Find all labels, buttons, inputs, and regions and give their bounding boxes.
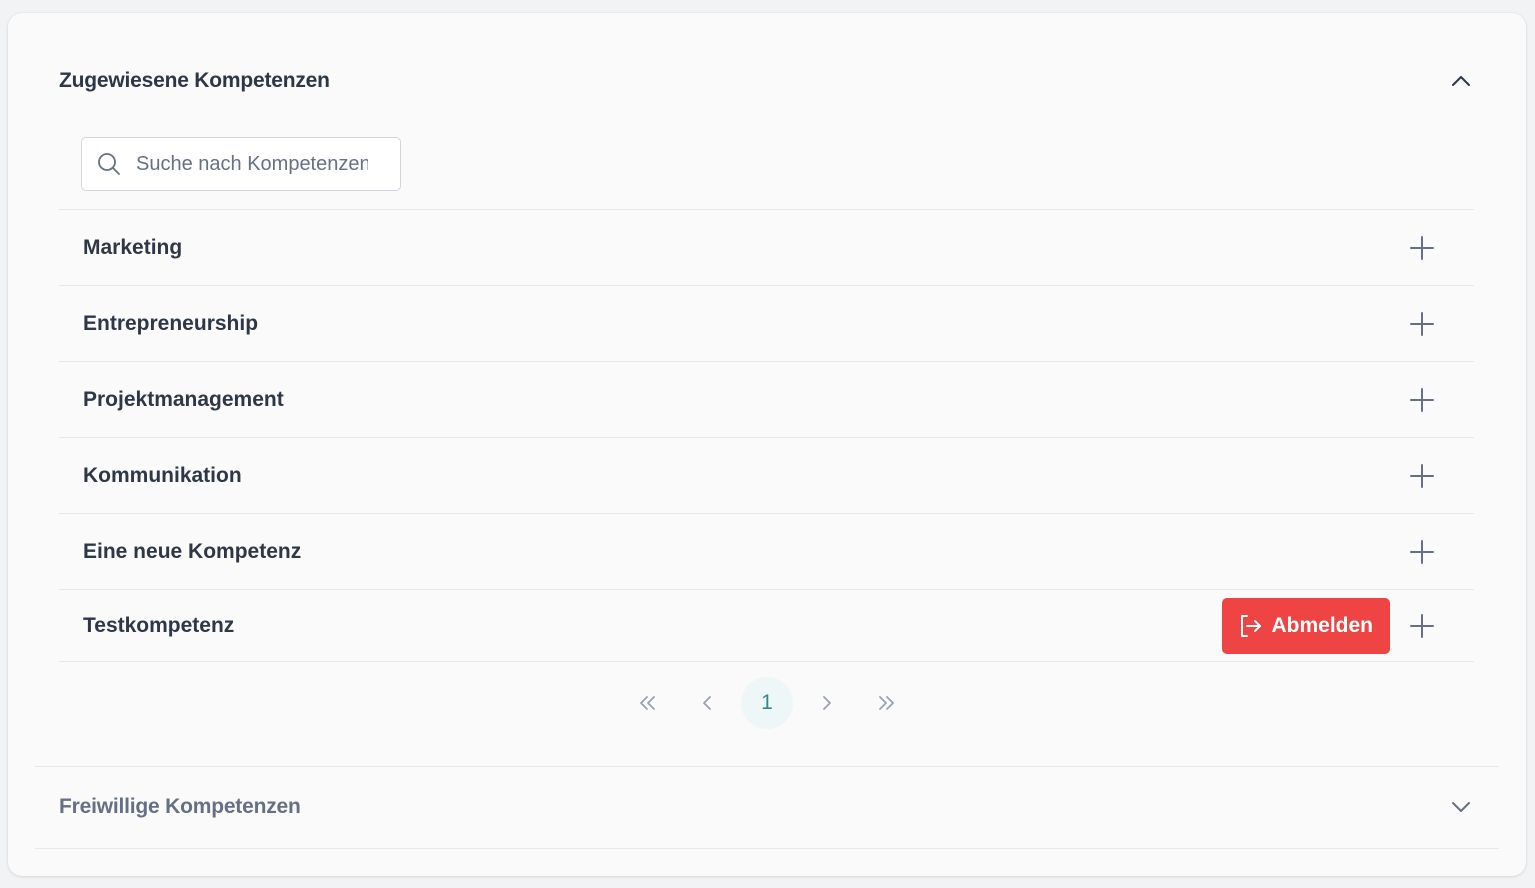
abmelden-label: Abmelden [1271,613,1373,637]
search-field[interactable] [81,137,401,191]
plus-icon[interactable] [1408,462,1436,490]
competency-row-testkompetenz: Testkompetenz Abmelden [59,589,1474,662]
voluntary-competencies-header[interactable]: Freiwillige Kompetenzen [59,787,1475,827]
page-button-current[interactable]: 1 [741,677,793,729]
section-divider [35,848,1499,849]
pagination: 1 [8,677,1526,729]
assigned-competencies-header[interactable]: Zugewiesene Kompetenzen [59,61,1475,101]
competency-label: Eine neue Kompetenz [83,539,302,563]
chevron-right-icon [823,696,831,710]
last-page-button[interactable] [861,677,913,729]
assigned-competencies-title: Zugewiesene Kompetenzen [59,69,330,92]
competency-label: Kommunikation [83,463,242,487]
competency-row-projektmanagement: Projektmanagement [59,361,1474,437]
plus-icon[interactable] [1408,612,1436,640]
competency-row-neue-kompetenz: Eine neue Kompetenz [59,513,1474,589]
plus-icon[interactable] [1408,234,1436,262]
chevron-down-icon[interactable] [1449,795,1473,819]
logout-icon [1237,613,1263,639]
competency-label: Projektmanagement [83,387,284,411]
chevrons-left-icon [640,696,655,710]
competencies-card: Zugewiesene Kompetenzen Marketing Entrep… [8,13,1526,876]
competency-row-entrepreneurship: Entrepreneurship [59,285,1474,361]
competency-label: Entrepreneurship [83,311,259,335]
plus-icon[interactable] [1408,386,1436,414]
voluntary-competencies-title: Freiwillige Kompetenzen [59,795,301,818]
chevron-left-icon [703,696,711,710]
plus-icon[interactable] [1408,538,1436,566]
competency-label: Marketing [83,235,183,259]
prev-page-button[interactable] [681,677,733,729]
competency-row-marketing: Marketing [59,209,1474,285]
section-divider [35,766,1499,767]
plus-icon[interactable] [1408,310,1436,338]
search-input[interactable] [136,152,368,176]
search-icon [96,151,122,177]
abmelden-button[interactable]: Abmelden [1222,597,1390,654]
next-page-button[interactable] [801,677,853,729]
competency-list: Marketing Entrepreneurship Projektmanage… [59,209,1474,662]
competency-row-kommunikation: Kommunikation [59,437,1474,513]
chevron-up-icon[interactable] [1449,69,1473,93]
chevrons-right-icon [879,696,894,710]
competency-label: Testkompetenz [83,613,235,637]
first-page-button[interactable] [621,677,673,729]
